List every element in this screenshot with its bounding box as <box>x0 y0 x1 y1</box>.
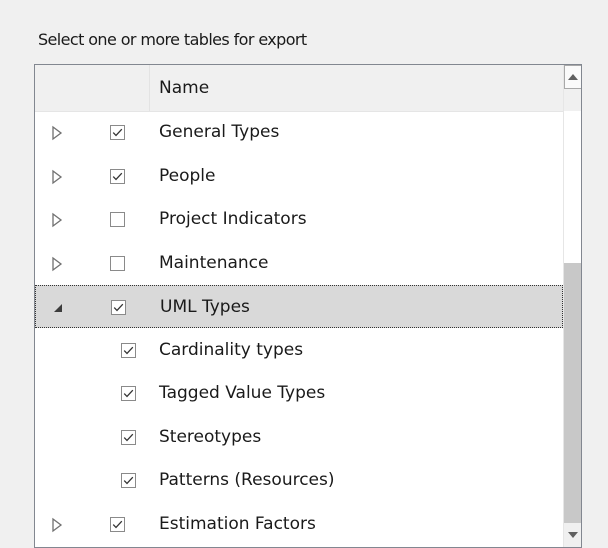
checkbox-checked-icon[interactable] <box>110 168 125 184</box>
tree-row-label: UML Types <box>160 297 250 317</box>
checkbox-checked-icon[interactable] <box>111 300 126 315</box>
tree-row[interactable]: Tagged Value Types <box>35 372 563 415</box>
tree-row[interactable]: Patterns (Resources) <box>35 459 563 502</box>
scroll-thumb[interactable] <box>564 111 581 263</box>
name-column-header[interactable]: Name <box>159 78 209 98</box>
tree-row-label: Tagged Value Types <box>159 383 326 403</box>
checkbox-unchecked-icon[interactable] <box>110 255 125 271</box>
triangle-right-outline-icon[interactable] <box>50 256 64 272</box>
scroll-track[interactable] <box>564 263 581 523</box>
tree-row[interactable]: UML Types <box>35 285 563 328</box>
scroll-up-button[interactable] <box>564 65 581 89</box>
checkbox-unchecked-icon[interactable] <box>110 212 125 227</box>
checkbox-checked-icon[interactable] <box>121 386 136 401</box>
checkbox-checked-icon[interactable] <box>110 125 125 140</box>
scroll-up-arrow-icon <box>568 74 578 80</box>
vertical-scrollbar[interactable] <box>563 65 581 547</box>
tree-row[interactable]: People <box>35 155 563 198</box>
scroll-down-arrow-icon <box>568 532 578 538</box>
scroll-down-button[interactable] <box>564 523 581 547</box>
header-column-separator <box>149 65 150 111</box>
triangle-filled-expanded-icon[interactable] <box>51 300 65 316</box>
triangle-right-outline-icon[interactable] <box>50 169 64 185</box>
tree-row[interactable]: Estimation Factors <box>35 503 563 546</box>
tree-row[interactable]: Stereotypes <box>35 416 563 459</box>
export-instructions-label: Select one or more tables for export <box>38 30 307 49</box>
tree-row-label: Project Indicators <box>159 209 307 229</box>
checkbox-checked-icon[interactable] <box>121 342 136 358</box>
tables-tree-view[interactable]: Name General Types People Project Indicato… <box>34 64 582 548</box>
tree-row-label: Maintenance <box>159 252 269 273</box>
triangle-right-outline-icon[interactable] <box>50 125 64 141</box>
checkbox-checked-icon[interactable] <box>121 473 136 488</box>
tree-row-label: Cardinality types <box>159 339 304 360</box>
tree-row[interactable]: Project Indicators <box>35 198 563 241</box>
tree-row-label: Patterns (Resources) <box>159 470 335 490</box>
tree-row-label: General Types <box>159 122 280 142</box>
tree-row[interactable]: Cardinality types <box>35 329 563 372</box>
tree-row[interactable]: General Types <box>35 111 563 154</box>
tree-row[interactable]: Maintenance <box>35 242 563 285</box>
triangle-right-outline-icon[interactable] <box>50 212 64 228</box>
checkbox-checked-icon[interactable] <box>110 516 125 532</box>
tree-header: Name <box>35 65 563 112</box>
tree-row-label: Stereotypes <box>159 426 262 447</box>
checkbox-checked-icon[interactable] <box>121 429 136 445</box>
triangle-right-outline-icon[interactable] <box>50 517 64 533</box>
tree-row-label: People <box>159 165 216 186</box>
tree-row-label: Estimation Factors <box>159 513 316 534</box>
